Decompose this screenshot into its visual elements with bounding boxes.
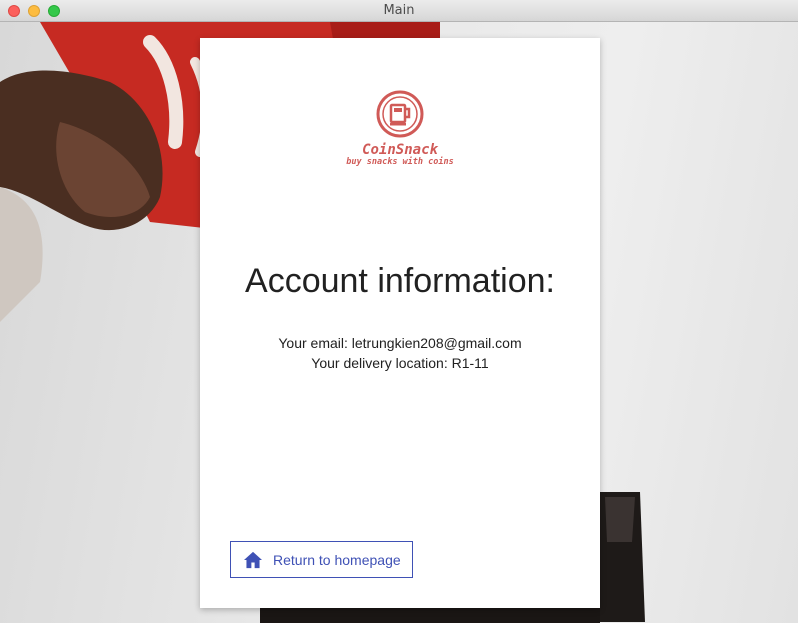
page-title: Account information: — [245, 262, 555, 300]
coffee-cup-icon — [376, 90, 424, 138]
brand-tagline: buy snacks with coins — [346, 157, 454, 167]
brand-logo: CoinSnack buy snacks with coins — [200, 90, 600, 167]
email-text: Your email: letrungkien208@gmail.com — [278, 335, 522, 351]
window-titlebar: Main — [0, 0, 798, 22]
home-icon — [244, 551, 262, 568]
window-title: Main — [383, 3, 415, 18]
brand-name: CoinSnack — [362, 142, 438, 158]
account-details: Your email: letrungkien208@gmail.com You… — [200, 333, 600, 373]
return-to-homepage-button[interactable]: Return to homepage — [230, 541, 413, 578]
delivery-location-text: Your delivery location: R1-11 — [311, 355, 489, 371]
return-to-homepage-label: Return to homepage — [273, 551, 401, 568]
account-card: CoinSnack buy snacks with coins Account … — [200, 38, 600, 608]
